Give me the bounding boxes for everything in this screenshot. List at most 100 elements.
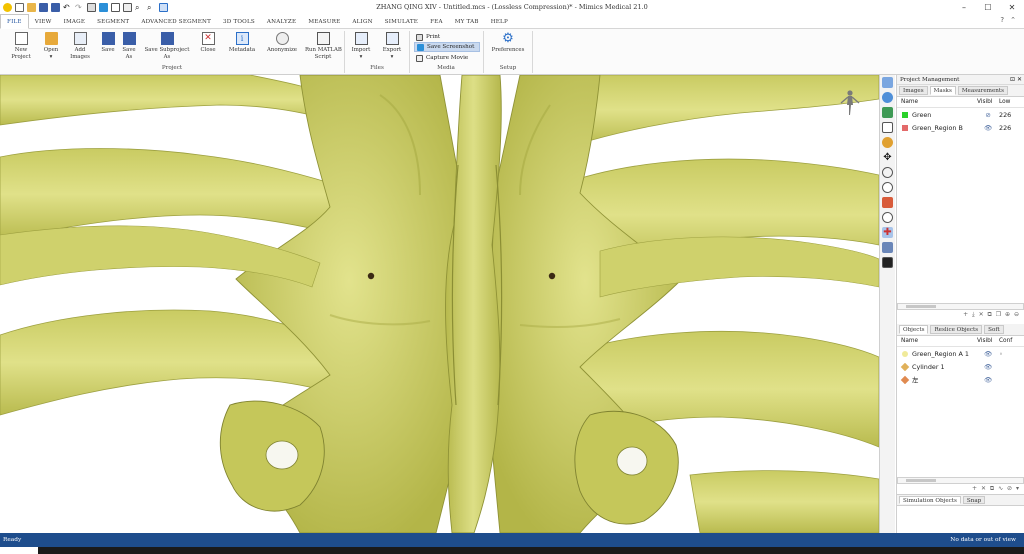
scrollbar-thumb[interactable] bbox=[906, 479, 936, 482]
scrollbar-thumb[interactable] bbox=[906, 305, 936, 308]
column-name[interactable]: Name bbox=[897, 336, 977, 346]
visibility-off-icon[interactable]: ⊘ bbox=[977, 111, 999, 119]
tab-help[interactable]: HELP bbox=[485, 15, 514, 29]
mask-row[interactable]: Green ⊘ 226 bbox=[897, 108, 1024, 121]
tab-simulate[interactable]: SIMULATE bbox=[379, 15, 424, 29]
export-button[interactable]: Export ▾ bbox=[379, 32, 405, 61]
object-row[interactable]: Green_Region A 1 👁 ◦ bbox=[897, 347, 1024, 360]
minimize-button[interactable]: – bbox=[952, 0, 976, 15]
new-icon[interactable] bbox=[15, 3, 24, 12]
anonymize-icon bbox=[275, 32, 289, 45]
mask-row[interactable]: Green_Region B 👁 226 bbox=[897, 121, 1024, 134]
print-icon[interactable] bbox=[87, 3, 96, 12]
tab-objects[interactable]: Objects bbox=[899, 325, 929, 334]
tab-image[interactable]: IMAGE bbox=[58, 15, 92, 29]
import-button[interactable]: Import ▾ bbox=[348, 32, 374, 61]
open-button[interactable]: Open ▾ bbox=[40, 32, 62, 61]
mask-name: Green_Region B bbox=[912, 123, 963, 132]
save-subproject-button[interactable]: Save Subproject As bbox=[141, 32, 193, 61]
add-images-button[interactable]: Add Images bbox=[66, 32, 94, 61]
tab-file[interactable]: FILE bbox=[0, 14, 29, 29]
pan-icon[interactable]: ✥ bbox=[882, 152, 893, 163]
paste-icon[interactable] bbox=[123, 3, 132, 12]
cube-view-icon[interactable] bbox=[882, 107, 893, 118]
rotate-icon[interactable] bbox=[882, 167, 893, 178]
tab-reslice-objects[interactable]: Reslice Objects bbox=[930, 325, 983, 334]
object-row[interactable]: 左 👁 bbox=[897, 373, 1024, 386]
view-3d-icon[interactable] bbox=[882, 77, 893, 88]
crosshair-icon[interactable]: ✚ bbox=[882, 227, 893, 238]
save-subproject-icon bbox=[160, 32, 174, 45]
print-button[interactable]: Print bbox=[414, 32, 480, 42]
anonymize-button[interactable]: Anonymize bbox=[264, 32, 300, 54]
close-project-button[interactable]: ✕ Close bbox=[197, 32, 219, 54]
save-screenshot-button[interactable]: Save Screenshot bbox=[414, 42, 480, 52]
zoom-icon[interactable] bbox=[882, 182, 893, 193]
tab-simulation-objects[interactable]: Simulation Objects bbox=[899, 496, 961, 504]
capture-movie-button[interactable]: Capture Movie bbox=[414, 53, 480, 63]
undo-icon[interactable]: ↶ bbox=[63, 3, 72, 12]
eye-icon[interactable]: 👁 bbox=[977, 376, 999, 384]
eye-icon[interactable]: 👁 bbox=[977, 363, 999, 371]
column-conf[interactable]: Conf bbox=[999, 336, 1021, 346]
save-as-label: Save As bbox=[122, 47, 136, 60]
tab-3d-tools[interactable]: 3D TOOLS bbox=[217, 15, 261, 29]
globe-icon[interactable] bbox=[882, 137, 893, 148]
save-button[interactable]: Save bbox=[99, 32, 117, 54]
new-project-button[interactable]: New Project bbox=[6, 32, 36, 61]
3d-bone-model[interactable] bbox=[0, 75, 879, 533]
preferences-button[interactable]: ⚙ Preferences bbox=[487, 32, 529, 54]
run-matlab-button[interactable]: Run MATLAB Script bbox=[305, 32, 342, 61]
maximize-button[interactable]: ☐ bbox=[976, 0, 1000, 15]
triangle-icon[interactable] bbox=[882, 122, 893, 133]
tab-segment[interactable]: SEGMENT bbox=[91, 15, 135, 29]
eye-icon[interactable]: 👁 bbox=[977, 350, 999, 358]
open-icon[interactable] bbox=[27, 3, 36, 12]
tab-fea[interactable]: FEA bbox=[424, 15, 449, 29]
help-icon[interactable]: ? bbox=[1000, 16, 1004, 24]
cut-plane-icon[interactable] bbox=[882, 242, 893, 253]
tab-analyze[interactable]: ANALYZE bbox=[261, 15, 302, 29]
column-visible[interactable]: Visibl bbox=[977, 97, 999, 107]
masks-horizontal-scrollbar[interactable] bbox=[897, 303, 1024, 310]
tab-my-tab[interactable]: MY TAB bbox=[449, 15, 485, 29]
object-row[interactable]: Cylinder 1 👁 bbox=[897, 360, 1024, 373]
zoom-out-icon[interactable]: ⌕ bbox=[147, 3, 156, 12]
tab-measure[interactable]: MEASURE bbox=[302, 15, 346, 29]
zoom-in-icon[interactable]: ⌕ bbox=[135, 3, 144, 12]
3d-viewport[interactable] bbox=[0, 75, 879, 533]
zoom-fit-icon[interactable] bbox=[159, 3, 168, 12]
tab-advanced-segment[interactable]: ADVANCED SEGMENT bbox=[135, 15, 217, 29]
save-as-button[interactable]: Save As bbox=[120, 32, 138, 61]
copy-icon[interactable] bbox=[111, 3, 120, 12]
tab-measurements[interactable]: Measurements bbox=[957, 86, 1008, 95]
redo-icon[interactable]: ↷ bbox=[75, 3, 84, 12]
tab-snap[interactable]: Snap bbox=[962, 496, 986, 504]
spinous-process bbox=[445, 75, 502, 533]
save-all-icon[interactable] bbox=[51, 3, 60, 12]
tab-images[interactable]: Images bbox=[899, 86, 928, 95]
collapse-ribbon-icon[interactable]: ⌃ bbox=[1010, 16, 1016, 24]
metadata-button[interactable]: i Metadata bbox=[226, 32, 258, 54]
sphere-view-icon[interactable] bbox=[882, 92, 893, 103]
save-icon[interactable] bbox=[39, 3, 48, 12]
tab-align[interactable]: ALIGN bbox=[346, 15, 378, 29]
rib-top-right bbox=[559, 75, 879, 146]
rib-mid-right bbox=[599, 236, 879, 298]
object-tools[interactable]: + ✕ ⧉ ∿ ⊘ ▾ bbox=[897, 484, 1024, 494]
mask-tools[interactable]: + ⤓ ✕ ⧉ ❐ ⊕ ⊖ bbox=[897, 310, 1024, 320]
tab-masks[interactable]: Masks bbox=[929, 86, 956, 95]
tab-view[interactable]: VIEW bbox=[29, 15, 58, 29]
column-name[interactable]: Name bbox=[897, 97, 977, 107]
panel-pin-icon[interactable]: ⊡ ✕ bbox=[1010, 75, 1022, 85]
close-button[interactable]: ✕ bbox=[1000, 0, 1024, 15]
tab-soft[interactable]: Soft bbox=[984, 325, 1004, 334]
objects-horizontal-scrollbar[interactable] bbox=[897, 477, 1024, 484]
color-cube-icon[interactable] bbox=[882, 197, 893, 208]
column-visible[interactable]: Visibl bbox=[977, 336, 999, 346]
column-low[interactable]: Low bbox=[999, 97, 1021, 107]
eye-icon[interactable]: 👁 bbox=[977, 124, 999, 132]
eye-icon[interactable] bbox=[882, 212, 893, 223]
screenshot-icon[interactable] bbox=[99, 3, 108, 12]
contrast-icon[interactable] bbox=[882, 257, 893, 268]
